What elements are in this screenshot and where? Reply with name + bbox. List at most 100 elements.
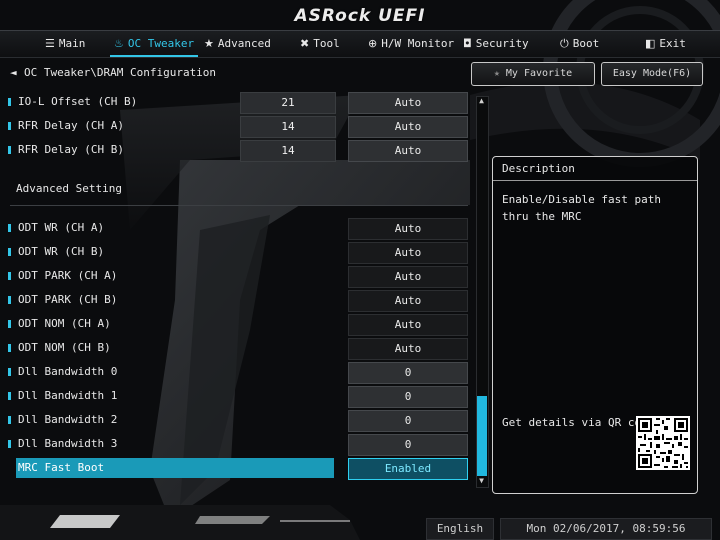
- setting-label: ODT WR (CH B): [18, 245, 105, 258]
- tools-icon: ✖: [300, 37, 310, 50]
- tab-advanced[interactable]: ★ Advanced: [204, 31, 271, 57]
- setting-label: ODT WR (CH A): [18, 221, 105, 234]
- setting-label: RFR Delay (CH A): [18, 119, 124, 132]
- setting-value[interactable]: Auto: [348, 242, 468, 264]
- tab-oc-tweaker[interactable]: ♨ OC Tweaker: [109, 31, 199, 57]
- breadcrumb-path: OC Tweaker\DRAM Configuration: [24, 66, 217, 79]
- setting-row[interactable]: ODT NOM (CH B): [6, 338, 336, 358]
- tab-boot-label: Boot: [572, 37, 600, 50]
- description-panel: Description Enable/Disable fast path thr…: [492, 156, 698, 494]
- setting-label: RFR Delay (CH B): [18, 143, 124, 156]
- tab-oc-tweaker-label: OC Tweaker: [127, 37, 195, 50]
- setting-label: IO-L Offset (CH B): [18, 95, 138, 108]
- list-icon: ☰: [45, 37, 55, 50]
- row-bullet: [8, 122, 11, 130]
- row-bullet: [8, 146, 11, 154]
- setting-number-field[interactable]: 21: [240, 92, 336, 114]
- my-favorite-button[interactable]: ★ My Favorite: [471, 62, 595, 86]
- row-bullet: [8, 344, 11, 352]
- description-text: Enable/Disable fast path thru the MRC: [502, 193, 661, 223]
- qr-code: [636, 416, 690, 470]
- setting-value[interactable]: Auto: [348, 116, 468, 138]
- row-bullet: [8, 320, 11, 328]
- setting-value[interactable]: 0: [348, 410, 468, 432]
- setting-label: ODT NOM (CH B): [18, 341, 111, 354]
- setting-row[interactable]: ODT PARK (CH A): [6, 266, 336, 286]
- star-icon: ★: [204, 37, 214, 50]
- tab-main-label: Main: [58, 37, 86, 50]
- setting-label: ODT PARK (CH A): [18, 269, 118, 282]
- setting-value-enabled[interactable]: Enabled: [348, 458, 468, 480]
- tab-advanced-label: Advanced: [217, 37, 271, 50]
- row-bullet: [8, 98, 11, 106]
- favorite-star-icon: ★: [493, 68, 500, 79]
- description-title: Description: [493, 157, 697, 181]
- tab-main[interactable]: ☰ Main: [45, 31, 85, 57]
- back-arrow-icon[interactable]: ◄: [10, 66, 24, 79]
- scroll-up-icon[interactable]: ▲: [476, 96, 487, 106]
- setting-row[interactable]: ODT WR (CH B): [6, 242, 336, 262]
- setting-row[interactable]: ODT WR (CH A): [6, 218, 336, 238]
- setting-label: Dll Bandwidth 1: [18, 389, 118, 402]
- row-bullet: [8, 392, 11, 400]
- tab-tool-label: Tool: [313, 37, 340, 50]
- setting-row[interactable]: Dll Bandwidth 1: [6, 386, 336, 406]
- setting-label: ODT PARK (CH B): [18, 293, 118, 306]
- scrollbar-thumb[interactable]: [477, 396, 487, 476]
- section-divider: [10, 205, 468, 206]
- setting-value[interactable]: 0: [348, 362, 468, 384]
- main-tab-bar: ☰ Main ♨ OC Tweaker ★ Advanced ✖ Tool ⊕ H/W M…: [0, 30, 720, 58]
- row-bullet: [8, 224, 11, 232]
- section-title: Advanced Setting: [16, 182, 122, 195]
- setting-number-field[interactable]: 14: [240, 116, 336, 138]
- row-bullet: [8, 248, 11, 256]
- setting-value[interactable]: Auto: [348, 266, 468, 288]
- setting-value[interactable]: Auto: [348, 338, 468, 360]
- row-bullet: [8, 440, 11, 448]
- setting-value[interactable]: Auto: [348, 314, 468, 336]
- setting-value[interactable]: Auto: [348, 218, 468, 240]
- tab-exit-label: Exit: [659, 37, 686, 50]
- setting-row-selected[interactable]: MRC Fast Boot: [16, 458, 334, 478]
- setting-value[interactable]: Auto: [348, 140, 468, 162]
- exit-icon: ◧: [645, 37, 656, 50]
- datetime-display: Mon 02/06/2017, 08:59:56: [500, 518, 712, 540]
- setting-value[interactable]: Auto: [348, 92, 468, 114]
- scroll-down-icon[interactable]: ▼: [476, 476, 487, 486]
- qr-caption: Get details via QR code: [502, 416, 655, 429]
- setting-value[interactable]: 0: [348, 434, 468, 456]
- tab-boot[interactable]: ⏻ Boot: [560, 31, 599, 57]
- setting-row[interactable]: ODT NOM (CH A): [6, 314, 336, 334]
- tab-tool[interactable]: ✖ Tool: [300, 31, 340, 57]
- setting-row[interactable]: Dll Bandwidth 0: [6, 362, 336, 382]
- power-icon: ⏻: [560, 37, 569, 50]
- row-bullet: [8, 296, 11, 304]
- setting-label: MRC Fast Boot: [18, 461, 105, 474]
- easy-mode-button[interactable]: Easy Mode(F6): [601, 62, 703, 86]
- row-bullet: [8, 272, 11, 280]
- setting-row[interactable]: Dll Bandwidth 2: [6, 410, 336, 430]
- setting-value[interactable]: Auto: [348, 290, 468, 312]
- tab-hw-monitor[interactable]: ⊕ H/W Monitor: [368, 31, 454, 57]
- easy-mode-label: Easy Mode(F6): [612, 68, 692, 79]
- setting-label: Dll Bandwidth 3: [18, 437, 118, 450]
- asrock-uefi-logo: ASRock UEFI: [294, 6, 426, 26]
- setting-value[interactable]: 0: [348, 386, 468, 408]
- setting-number-field[interactable]: 14: [240, 140, 336, 162]
- setting-row[interactable]: ODT PARK (CH B): [6, 290, 336, 310]
- my-favorite-label: My Favorite: [505, 68, 573, 79]
- setting-label: ODT NOM (CH A): [18, 317, 111, 330]
- setting-label: Dll Bandwidth 0: [18, 365, 118, 378]
- language-selector[interactable]: English: [426, 518, 494, 540]
- row-bullet: [8, 416, 11, 424]
- flame-icon: ♨: [114, 37, 124, 50]
- breadcrumb: ◄ OC Tweaker\DRAM Configuration: [10, 66, 216, 82]
- monitor-icon: ⊕: [368, 37, 378, 50]
- setting-label: Dll Bandwidth 2: [18, 413, 118, 426]
- tab-exit[interactable]: ◧ Exit: [645, 31, 686, 57]
- shield-icon: ◘: [463, 37, 472, 50]
- tab-security[interactable]: ◘ Security: [463, 31, 529, 57]
- tab-hw-monitor-label: H/W Monitor: [381, 37, 455, 50]
- tab-security-label: Security: [475, 37, 529, 50]
- setting-row[interactable]: Dll Bandwidth 3: [6, 434, 336, 454]
